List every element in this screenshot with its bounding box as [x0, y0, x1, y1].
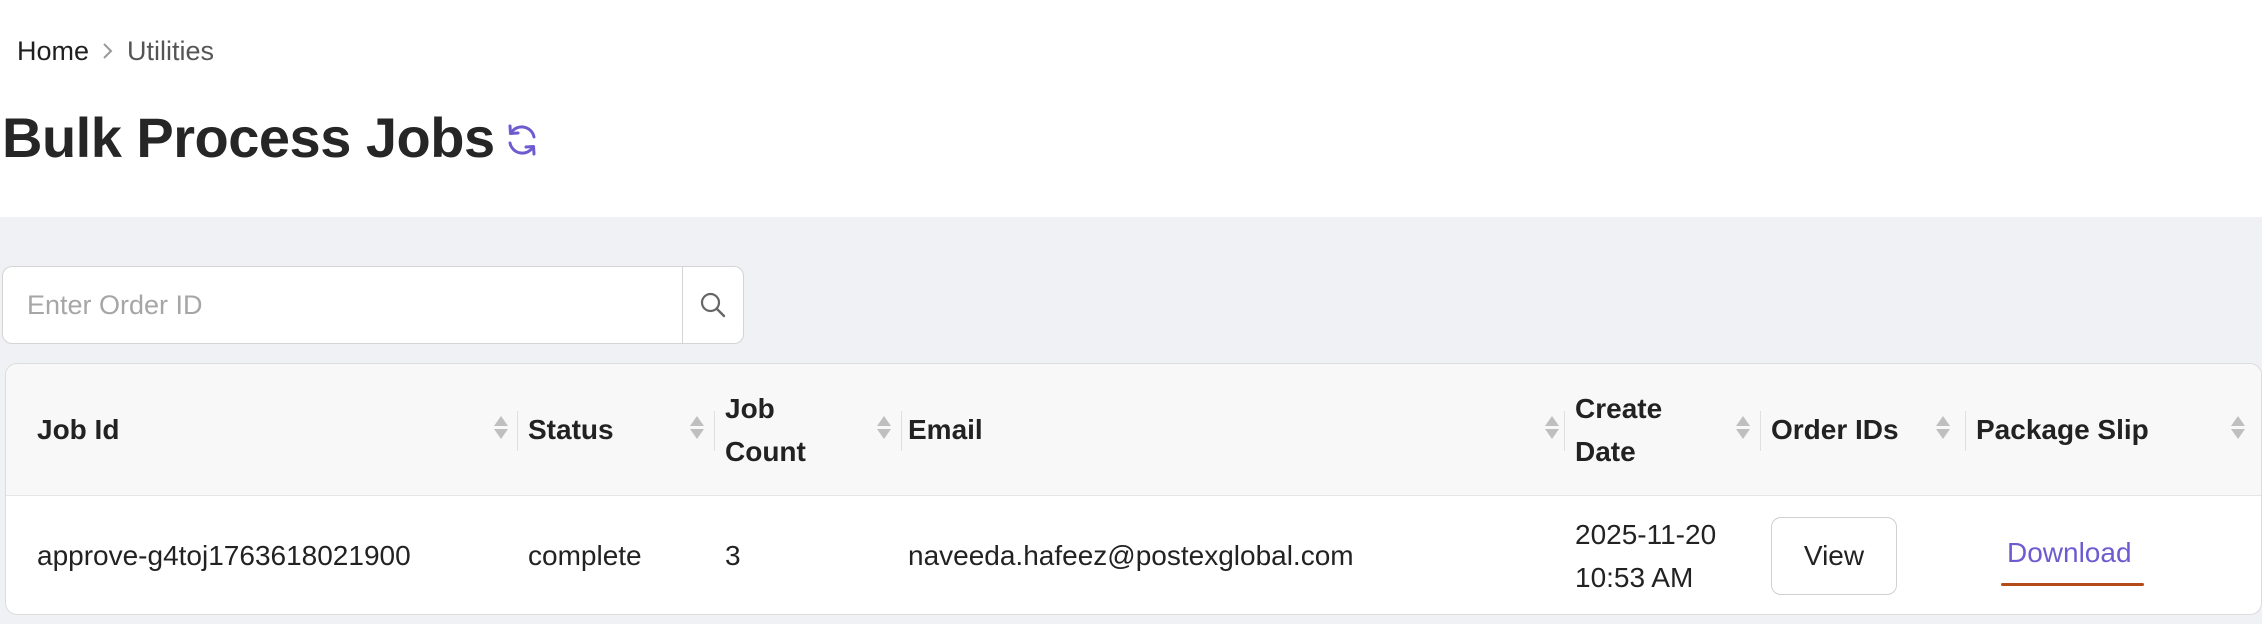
create-time: 10:53 AM — [1575, 561, 1694, 593]
refresh-icon[interactable] — [500, 118, 544, 162]
cell-job-id: approve-g4toj1763618021900 — [37, 540, 411, 571]
view-order-ids-button[interactable]: View — [1771, 516, 1897, 595]
sort-icon[interactable] — [690, 415, 704, 439]
column-header-package-slip[interactable]: Package Slip — [1976, 364, 2256, 495]
column-header-job-count[interactable]: Job Count — [725, 364, 901, 495]
sort-icon[interactable] — [1545, 415, 1559, 439]
order-search — [2, 266, 744, 344]
breadcrumb: Home Utilities — [17, 34, 214, 68]
create-date: 2025-11-20 — [1575, 518, 1717, 550]
download-package-slip-link[interactable]: Download — [2001, 531, 2144, 586]
cell-create-date: 2025-11-20 10:53 AM — [1575, 495, 1717, 614]
column-divider — [1760, 411, 1761, 451]
column-header-order-ids[interactable]: Order IDs — [1771, 364, 1960, 495]
cell-email: naveeda.hafeez@postexglobal.com — [908, 540, 1354, 571]
page-header: Home Utilities Bulk Process Jobs — [0, 0, 2262, 217]
column-divider — [901, 411, 902, 451]
column-label: Email — [908, 414, 983, 445]
column-divider — [714, 411, 715, 451]
sort-icon[interactable] — [2231, 415, 2245, 439]
column-header-create-date[interactable]: Create Date — [1575, 364, 1760, 495]
cell-status: complete — [528, 540, 642, 571]
column-label: Status — [528, 414, 614, 445]
column-label: Job Id — [37, 414, 120, 445]
column-label: Job Count — [725, 392, 806, 467]
column-divider — [517, 411, 518, 451]
order-id-search-input[interactable] — [2, 266, 682, 344]
sort-icon[interactable] — [1736, 415, 1750, 439]
column-label: Create Date — [1575, 392, 1663, 467]
cell-package-slip: Download — [2001, 495, 2144, 614]
chevron-right-icon — [101, 41, 115, 61]
cell-job-count: 3 — [725, 540, 741, 571]
cell-order-ids: View — [1771, 495, 1897, 614]
column-header-status[interactable]: Status — [528, 364, 714, 495]
breadcrumb-current: Utilities — [127, 35, 215, 66]
table-row: approve-g4toj1763618021900 complete 3 na… — [6, 495, 2261, 614]
search-button[interactable] — [682, 266, 744, 344]
page-title: Bulk Process Jobs — [2, 106, 495, 169]
column-divider — [1564, 411, 1565, 451]
column-header-email[interactable]: Email — [908, 364, 1569, 495]
column-divider — [1965, 411, 1966, 451]
search-icon — [698, 290, 728, 320]
sort-icon[interactable] — [494, 415, 508, 439]
sort-icon[interactable] — [877, 415, 891, 439]
column-label: Package Slip — [1976, 414, 2149, 445]
sort-icon[interactable] — [1936, 415, 1950, 439]
column-label: Order IDs — [1771, 414, 1899, 445]
jobs-table: Job Id Status Job Count Email Create Dat… — [5, 363, 2262, 615]
table-header: Job Id Status Job Count Email Create Dat… — [6, 364, 2261, 496]
column-header-job-id[interactable]: Job Id — [37, 364, 517, 495]
breadcrumb-home-link[interactable]: Home — [17, 36, 89, 67]
